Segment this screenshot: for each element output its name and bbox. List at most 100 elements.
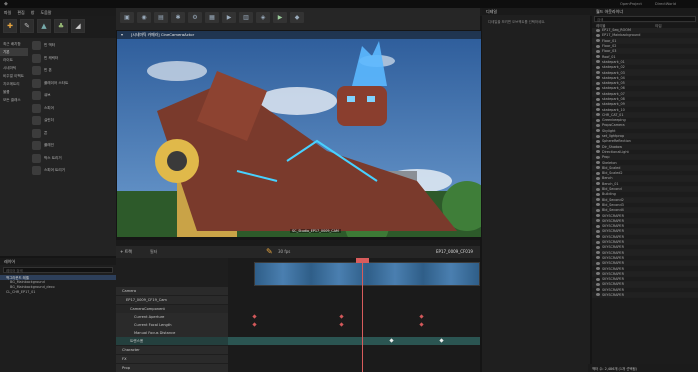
visibility-eye-icon[interactable] [596, 171, 600, 175]
place-mode-icon[interactable]: ✚ [3, 19, 17, 33]
visibility-eye-icon[interactable] [596, 245, 600, 249]
paint-mode-icon[interactable]: ✎ [20, 19, 34, 33]
visibility-eye-icon[interactable] [596, 81, 600, 85]
visibility-eye-icon[interactable] [596, 277, 600, 281]
track-row[interactable]: Character [116, 346, 228, 354]
visibility-eye-icon[interactable] [596, 71, 600, 75]
visibility-eye-icon[interactable] [596, 198, 600, 202]
track-row[interactable]: Prop [116, 364, 228, 372]
visibility-eye-icon[interactable] [596, 44, 600, 48]
visibility-eye-icon[interactable] [596, 145, 600, 149]
track-row[interactable]: Camera [116, 287, 228, 295]
visibility-eye-icon[interactable] [596, 150, 600, 154]
place-item[interactable]: 콘 [30, 128, 116, 139]
visibility-eye-icon[interactable] [596, 288, 600, 292]
fps-selector[interactable]: 30 fps [278, 249, 290, 254]
visibility-eye-icon[interactable] [596, 161, 600, 165]
visibility-eye-icon[interactable] [596, 224, 600, 228]
level-viewport[interactable] [117, 31, 481, 237]
outliner-row[interactable]: SKYSCRAPER [592, 292, 698, 299]
landscape-mode-icon[interactable]: ▲ [37, 19, 51, 33]
launch-icon[interactable]: ◆ [290, 12, 304, 23]
visibility-eye-icon[interactable] [596, 60, 600, 64]
visibility-eye-icon[interactable] [596, 86, 600, 90]
visibility-eye-icon[interactable] [596, 123, 600, 127]
foliage-mode-icon[interactable]: ♣ [54, 19, 68, 33]
place-item[interactable]: 스피어 트리거 [30, 165, 116, 176]
menu-window[interactable]: 창 [31, 10, 35, 15]
visibility-eye-icon[interactable] [596, 134, 600, 138]
column-type[interactable]: 타입 [655, 23, 661, 28]
cinematics-icon[interactable]: ▶ [222, 12, 236, 23]
visibility-eye-icon[interactable] [596, 176, 600, 180]
track-row[interactable]: EP17_0009_CF19_Cam [116, 296, 228, 304]
place-item[interactable]: 박스 트리거 [30, 153, 116, 164]
content-icon[interactable]: ▤ [154, 12, 168, 23]
visibility-eye-icon[interactable] [596, 49, 600, 53]
build-icon[interactable]: ▥ [239, 12, 253, 23]
visibility-eye-icon[interactable] [596, 267, 600, 270]
track-row[interactable]: 트랜스폼 [116, 337, 228, 345]
layers-search[interactable]: 레이어 검색 [3, 267, 113, 273]
visibility-eye-icon[interactable] [596, 229, 600, 233]
category-item[interactable]: 라이트 [0, 56, 28, 64]
compile-icon[interactable]: ◈ [256, 12, 270, 23]
visibility-eye-icon[interactable] [596, 33, 600, 37]
category-item[interactable]: 최근 배치함 [0, 40, 28, 48]
visibility-eye-icon[interactable] [596, 251, 600, 255]
outliner-search[interactable]: 검색 [594, 16, 696, 22]
visibility-eye-icon[interactable] [596, 155, 600, 159]
key-icon[interactable]: ✎ [266, 247, 273, 256]
blueprints-icon[interactable]: ▦ [205, 12, 219, 23]
visibility-eye-icon[interactable] [596, 129, 600, 133]
visibility-eye-icon[interactable] [596, 282, 600, 286]
category-item-selected[interactable]: 기본 [0, 48, 28, 56]
visibility-eye-icon[interactable] [596, 293, 600, 297]
visibility-eye-icon[interactable] [596, 187, 600, 191]
visibility-eye-icon[interactable] [596, 97, 600, 101]
visibility-eye-icon[interactable] [596, 182, 600, 186]
visibility-eye-icon[interactable] [596, 208, 600, 212]
place-item[interactable]: 실린더 [30, 115, 116, 126]
menu-edit[interactable]: 편집 [17, 10, 24, 15]
settings-icon[interactable]: ⚙ [188, 12, 202, 23]
visibility-eye-icon[interactable] [596, 55, 600, 59]
track-row[interactable]: CameraComponent [116, 305, 228, 313]
place-item[interactable]: 빈 캐릭터 [30, 53, 116, 64]
visibility-eye-icon[interactable] [596, 39, 600, 43]
place-item[interactable]: 스피어 [30, 103, 116, 114]
layer-item[interactable]: CL_CHR_EP17_01 [0, 290, 116, 295]
filter-label[interactable]: 필터 [150, 249, 157, 255]
visibility-eye-icon[interactable] [596, 256, 600, 260]
category-item[interactable]: 볼륨 [0, 88, 28, 96]
source-control-icon[interactable]: ◉ [137, 12, 151, 23]
play-icon[interactable]: ▶ [273, 12, 287, 23]
category-item[interactable]: 모든 클래스 [0, 96, 28, 104]
geometry-mode-icon[interactable]: ◢ [71, 19, 85, 33]
place-item[interactable]: 빈 액터 [30, 40, 116, 51]
visibility-eye-icon[interactable] [596, 92, 600, 96]
category-item[interactable]: 지오메트리 [0, 80, 28, 88]
window-button[interactable]: DirectWorld [655, 2, 676, 6]
visibility-eye-icon[interactable] [596, 102, 600, 106]
place-item[interactable]: 플레이어 스타트 [30, 78, 116, 89]
viewport-menu-icon[interactable]: ▾ [121, 32, 123, 37]
save-icon[interactable]: ▣ [120, 12, 134, 23]
category-item[interactable]: 비주얼 이펙트 [0, 72, 28, 80]
visibility-eye-icon[interactable] [596, 214, 600, 218]
visibility-eye-icon[interactable] [596, 272, 600, 276]
visibility-eye-icon[interactable] [596, 192, 600, 196]
visibility-eye-icon[interactable] [596, 65, 600, 69]
menu-help[interactable]: 도움말 [40, 10, 51, 15]
visibility-eye-icon[interactable] [596, 166, 600, 170]
track-row[interactable]: Manual Focus Distance [116, 329, 228, 337]
visibility-eye-icon[interactable] [596, 139, 600, 143]
visibility-eye-icon[interactable] [596, 108, 600, 112]
marketplace-icon[interactable]: ✱ [171, 12, 185, 23]
visibility-eye-icon[interactable] [596, 113, 600, 117]
track-row[interactable]: FX [116, 355, 228, 363]
visibility-eye-icon[interactable] [596, 118, 600, 122]
visibility-eye-icon[interactable] [596, 28, 600, 32]
playhead-handle[interactable] [356, 258, 369, 263]
visibility-eye-icon[interactable] [596, 235, 600, 239]
